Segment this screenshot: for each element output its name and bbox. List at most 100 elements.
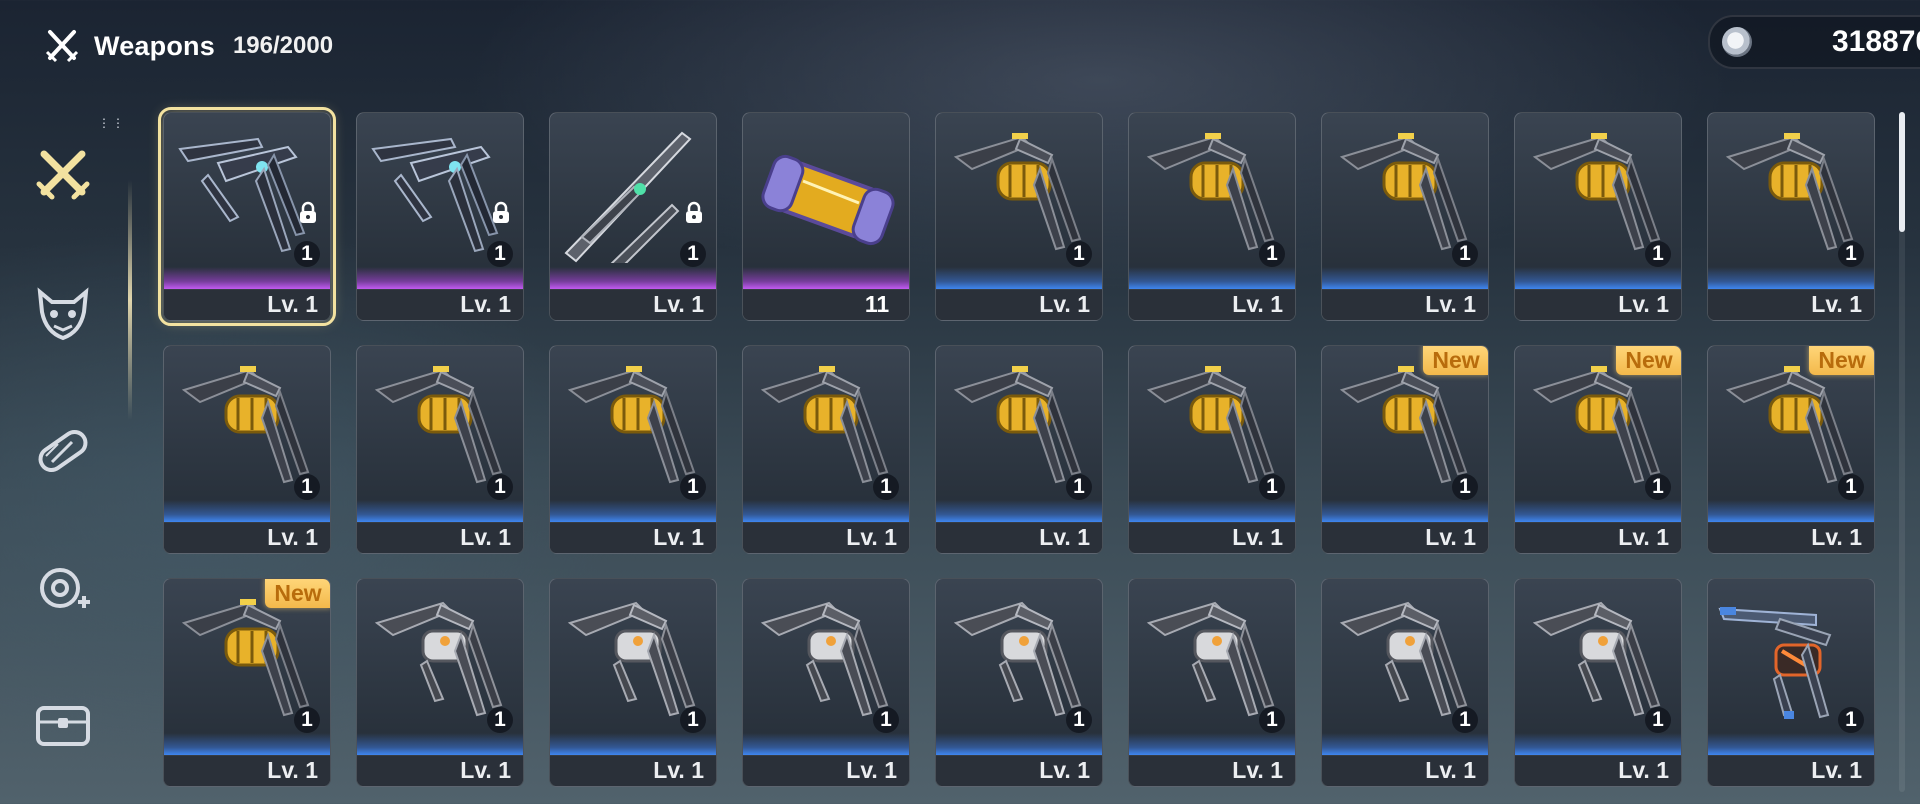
level-label: Lv. 1 (1232, 757, 1283, 783)
quantity-badge: 1 (1066, 474, 1092, 500)
category-sidebar: ⋮⋮ (0, 100, 132, 804)
weapon-card[interactable]: 1 Lv. 1 (1514, 112, 1682, 321)
sidebar-dots: ⋮⋮ (98, 116, 126, 130)
weapon-card[interactable]: 1 Lv. 1 (935, 112, 1103, 321)
new-badge: New (1423, 346, 1488, 375)
weapon-grid: 1 Lv. 1 1 Lv. 1 1 Lv. 1 11 1 Lv. 1 1 Lv.… (158, 107, 1875, 787)
weapon-card[interactable]: 1 Lv. 1 (1707, 112, 1875, 321)
quantity-badge: 1 (873, 474, 899, 500)
weapon-card[interactable]: 1 Lv. 1 (1128, 112, 1296, 321)
level-label: Lv. 1 (1618, 757, 1669, 783)
level-label: Lv. 1 (653, 757, 704, 783)
new-badge: New (1809, 346, 1874, 375)
rarity-band (1515, 733, 1681, 755)
sidebar-item-consumables[interactable] (30, 418, 96, 484)
sidebar-item-chest[interactable] (30, 692, 96, 758)
level-label: Lv. 1 (267, 524, 318, 550)
weapon-card[interactable]: 1 Lv. 1 (935, 345, 1103, 554)
quantity-badge: 1 (1452, 707, 1478, 733)
rarity-band (936, 733, 1102, 755)
quantity-badge: 1 (1452, 474, 1478, 500)
lock-icon[interactable] (684, 201, 704, 225)
level-label: Lv. 1 (1232, 291, 1283, 317)
weapon-art-capsule (761, 154, 895, 246)
level-label: Lv. 1 (1039, 757, 1090, 783)
rarity-band (1708, 267, 1874, 289)
weapon-card[interactable]: 1 Lv. 1 New (1707, 345, 1875, 554)
rarity-band (164, 500, 330, 522)
currency-display[interactable]: 318870 (1708, 15, 1920, 69)
page-title: Weapons (94, 30, 215, 61)
quantity-badge: 1 (1259, 474, 1285, 500)
quantity-badge: 1 (1645, 474, 1671, 500)
sidebar-item-echoes[interactable] (30, 280, 96, 346)
crossed-swords-icon (45, 30, 79, 63)
weapon-card[interactable]: 1 Lv. 1 (158, 107, 336, 326)
weapon-card[interactable]: 1 Lv. 1 New (1514, 345, 1682, 554)
new-badge: New (1616, 346, 1681, 375)
rarity-band (743, 500, 909, 522)
weapon-card[interactable]: 1 Lv. 1 (549, 112, 717, 321)
quantity-badge: 1 (1066, 241, 1092, 267)
level-label: Lv. 1 (460, 757, 511, 783)
weapon-card[interactable]: 1 Lv. 1 (163, 345, 331, 554)
quantity-badge: 1 (294, 474, 320, 500)
quantity-badge: 1 (294, 707, 320, 733)
weapon-card[interactable]: 1 Lv. 1 (1128, 578, 1296, 787)
weapon-card[interactable]: 1 Lv. 1 (549, 345, 717, 554)
weapon-card[interactable]: 1 Lv. 1 (742, 345, 910, 554)
level-label: Lv. 1 (1811, 524, 1862, 550)
sidebar-divider-glow (128, 180, 132, 420)
header: Weapons 196/2000 318870 (0, 0, 1920, 92)
weapon-card[interactable]: 1 Lv. 1 (356, 345, 524, 554)
level-label: Lv. 1 (846, 757, 897, 783)
lock-icon[interactable] (491, 201, 511, 225)
gear-plus-icon (40, 568, 90, 608)
title-group: Weapons 196/2000 (42, 26, 333, 66)
quantity-badge: 1 (680, 241, 706, 267)
lock-icon[interactable] (298, 201, 318, 225)
weapon-card[interactable]: 1 Lv. 1 (1321, 578, 1489, 787)
sidebar-item-materials[interactable] (30, 556, 96, 622)
quantity-badge: 1 (1838, 707, 1864, 733)
rarity-band (550, 500, 716, 522)
rarity-band (743, 267, 909, 289)
level-label: Lv. 1 (1425, 757, 1476, 783)
scrollbar-thumb[interactable] (1899, 112, 1905, 232)
quantity-badge: 1 (873, 707, 899, 733)
weapon-card[interactable]: 1 Lv. 1 New (163, 578, 331, 787)
weapon-card[interactable]: 1 Lv. 1 New (1321, 345, 1489, 554)
rarity-band (743, 733, 909, 755)
rarity-band (164, 267, 330, 289)
weapon-card[interactable]: 1 Lv. 1 (1514, 578, 1682, 787)
level-label: Lv. 1 (653, 291, 704, 317)
weapon-card[interactable]: 1 Lv. 1 (935, 578, 1103, 787)
demon-mask-icon (37, 287, 89, 341)
rarity-band (1129, 500, 1295, 522)
quantity-badge: 1 (680, 707, 706, 733)
rarity-band (1515, 267, 1681, 289)
quantity-badge: 1 (1645, 241, 1671, 267)
quantity-badge: 1 (294, 241, 320, 267)
shell-credit-coin-icon (1722, 27, 1752, 57)
weapon-card[interactable]: 1 Lv. 1 (356, 578, 524, 787)
quantity-badge: 11 (864, 291, 890, 317)
level-label: Lv. 1 (846, 524, 897, 550)
weapon-card[interactable]: 1 Lv. 1 (356, 112, 524, 321)
level-label: Lv. 1 (267, 757, 318, 783)
weapon-card[interactable]: 1 Lv. 1 (1321, 112, 1489, 321)
weapon-card[interactable]: 11 (742, 112, 910, 321)
sidebar-item-weapons[interactable] (30, 142, 96, 208)
level-label: Lv. 1 (1039, 524, 1090, 550)
quantity-badge: 1 (487, 707, 513, 733)
weapon-card[interactable]: 1 Lv. 1 (1707, 578, 1875, 787)
weapon-card[interactable]: 1 Lv. 1 (1128, 345, 1296, 554)
level-label: Lv. 1 (460, 524, 511, 550)
weapon-count: 196/2000 (232, 32, 334, 59)
rarity-band (936, 267, 1102, 289)
rarity-band (1322, 733, 1488, 755)
level-label: Lv. 1 (653, 524, 704, 550)
weapon-card[interactable]: 1 Lv. 1 (549, 578, 717, 787)
weapon-card[interactable]: 1 Lv. 1 (742, 578, 910, 787)
quantity-badge: 1 (680, 474, 706, 500)
